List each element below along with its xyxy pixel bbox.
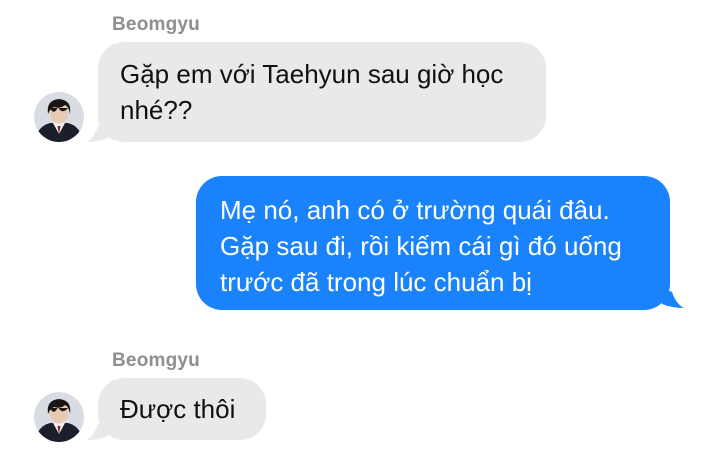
- message-text-line: Mẹ nó, anh có ở trường quái đâu.: [220, 195, 610, 225]
- sender-name: Beomgyu: [112, 350, 200, 371]
- incoming-message-bubble[interactable]: Gặp em với Taehyun sau giờ học nhé??: [98, 42, 546, 142]
- message-text-line: trước đã trong lúc chuẩn bị: [220, 267, 532, 297]
- message-text-line: Gặp em với Taehyun sau giờ học: [120, 59, 504, 89]
- incoming-message-bubble[interactable]: Được thôi: [98, 378, 266, 440]
- message-text-line: Được thôi: [120, 394, 236, 424]
- avatar-photo-icon: [34, 92, 84, 142]
- message-text-line: nhé??: [120, 95, 193, 125]
- contact-avatar[interactable]: [34, 92, 84, 142]
- outgoing-message-bubble[interactable]: Mẹ nó, anh có ở trường quái đâu. Gặp sau…: [196, 176, 670, 310]
- contact-avatar[interactable]: [34, 392, 84, 442]
- avatar-photo-icon: [34, 392, 84, 442]
- message-text-line: Gặp sau đi, rồi kiếm cái gì đó uống: [220, 231, 622, 261]
- sender-name: Beomgyu: [112, 14, 200, 35]
